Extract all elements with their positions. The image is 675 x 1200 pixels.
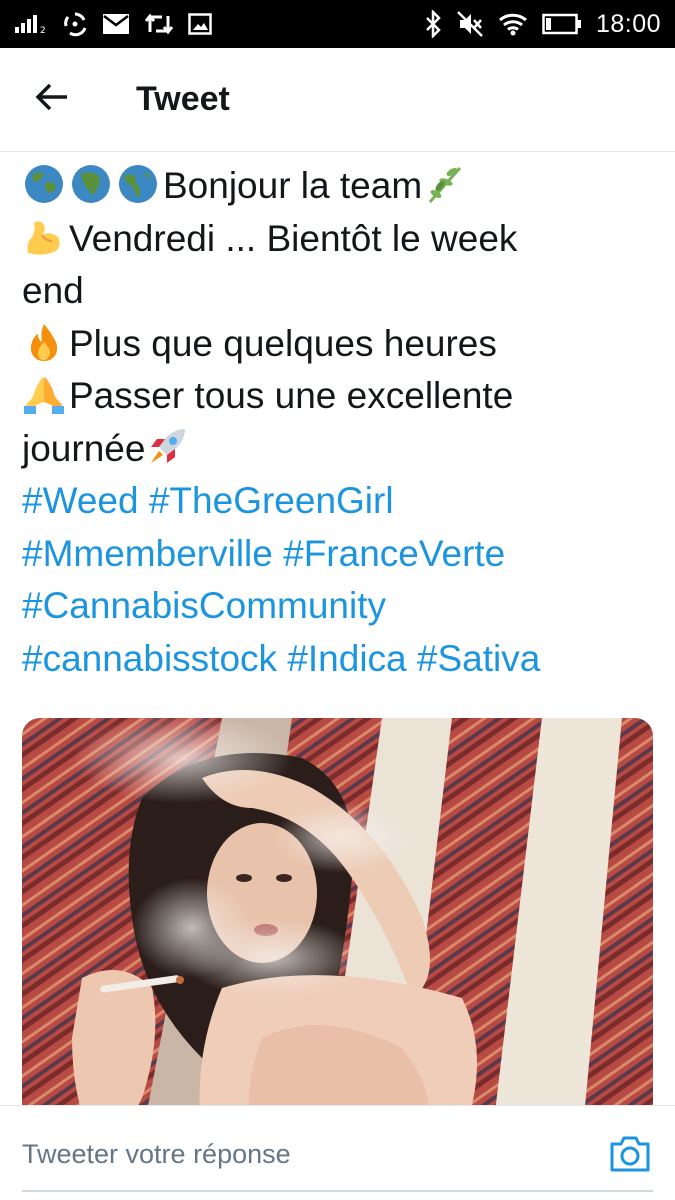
tweet-line-5-text: Passer tous une excellente	[69, 375, 514, 416]
reply-input[interactable]: Tweeter votre réponse	[22, 1132, 582, 1176]
image-icon	[188, 13, 212, 35]
hashtag-mmemberville-link[interactable]: #Mmemberville	[22, 533, 273, 574]
tweet-line-hashtags-2: #Mmemberville #FranceVerte	[22, 528, 652, 581]
status-time: 18:00	[595, 9, 661, 38]
tweet-line-6-text: journée	[22, 427, 146, 469]
tweet-line-hashtags-4: #cannabisstock #Indica #Sativa	[22, 633, 652, 686]
retweet-icon	[144, 12, 174, 36]
mute-icon	[456, 10, 484, 38]
back-button[interactable]	[20, 68, 84, 132]
hashtag-sativa-link[interactable]: #Sativa	[417, 638, 540, 679]
hashtag-cannabiscommunity-link[interactable]: #CannabisCommunity	[22, 585, 386, 626]
herb-icon	[422, 162, 466, 206]
tweet-line-1-text: Bonjour la team	[163, 165, 423, 206]
tweet-line-3: end	[22, 265, 652, 318]
tweet-line-2-text: Vendredi ... Bientôt le week	[69, 217, 518, 259]
globe-americas-icon	[116, 162, 160, 206]
wifi-icon	[498, 12, 528, 36]
tweet-photo[interactable]	[22, 718, 653, 1138]
reply-bar: Tweeter votre réponse	[0, 1105, 675, 1200]
flexed-biceps-icon	[22, 215, 66, 259]
tweet-line-5: Passer tous une excellente	[22, 370, 652, 423]
signal-icon: 2	[14, 13, 48, 35]
mail-icon	[102, 13, 130, 35]
camera-button[interactable]	[608, 1134, 652, 1174]
tweet-line-1: Bonjour la team	[22, 160, 652, 213]
bluetooth-icon	[424, 10, 442, 38]
svg-text:2: 2	[40, 26, 46, 35]
page-title: Tweet	[136, 80, 230, 118]
status-right-icons: 18:00	[424, 10, 661, 39]
app-header: Tweet	[0, 48, 675, 152]
rocket-icon	[145, 425, 189, 469]
tweet-line-6: journée	[22, 423, 652, 476]
tweet-photo-illustration	[22, 718, 653, 1138]
tweet-text: Bonjour la team Vendredi ... Bientôt le …	[22, 160, 652, 685]
hashtag-franceverte-link[interactable]: #FranceVerte	[283, 533, 505, 574]
arrow-left-icon	[35, 82, 69, 117]
tweet-line-4-text: Plus que quelques heures	[69, 322, 497, 364]
tweet-line-4: Plus que quelques heures	[22, 318, 652, 371]
hashtag-indica-link[interactable]: #Indica	[287, 638, 406, 679]
tweet-line-2: Vendredi ... Bientôt le week	[22, 213, 652, 266]
sync-icon	[62, 11, 88, 37]
globe-africa-icon	[69, 162, 113, 206]
status-left-icons: 2	[14, 11, 212, 37]
hashtag-thegreengirl-link[interactable]: #TheGreenGirl	[149, 480, 394, 521]
globe-europe-icon	[22, 162, 66, 206]
camera-icon	[608, 1136, 652, 1178]
hashtag-cannabisstock-link[interactable]: #cannabisstock	[22, 638, 277, 679]
tweet-line-hashtags-3: #CannabisCommunity	[22, 580, 652, 633]
status-bar: 2 18:00	[0, 0, 675, 48]
battery-icon	[542, 13, 582, 35]
hashtag-weed-link[interactable]: #Weed	[22, 480, 139, 521]
folded-hands-icon	[22, 372, 66, 416]
reply-divider	[22, 1190, 653, 1192]
fire-icon	[22, 320, 66, 364]
tweet-line-3-text: end	[22, 270, 84, 311]
tweet-line-hashtags-1: #Weed #TheGreenGirl	[22, 475, 652, 528]
